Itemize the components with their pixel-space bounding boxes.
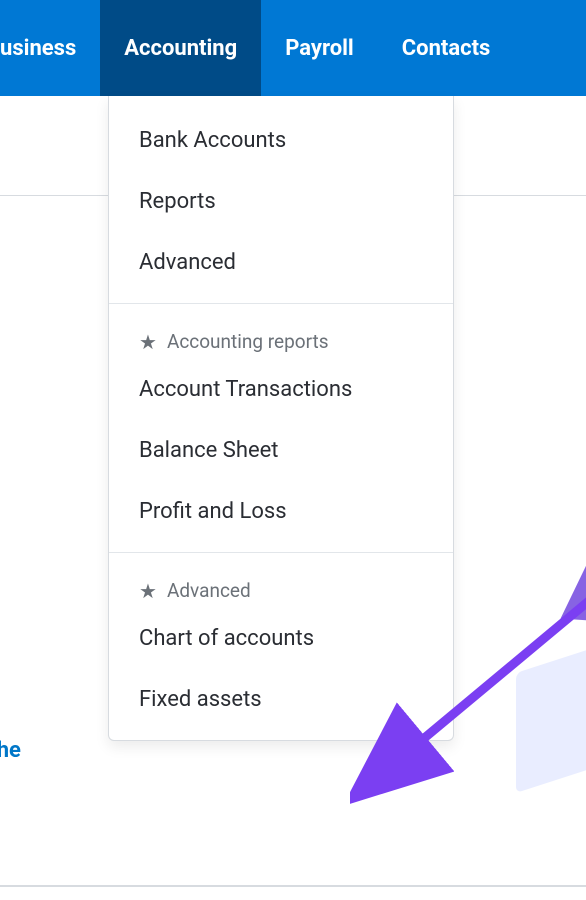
dropdown-section-advanced: ★ Advanced Chart of accounts Fixed asset…	[109, 552, 453, 740]
dropdown-heading-label: Advanced	[167, 579, 251, 602]
nav-item-label: Accounting	[124, 36, 237, 61]
menu-item-profit-and-loss[interactable]: Profit and Loss	[109, 481, 453, 542]
dropdown-heading-accounting-reports: ★ Accounting reports	[109, 310, 453, 359]
menu-item-fixed-assets[interactable]: Fixed assets	[109, 669, 453, 730]
illustration	[506, 520, 586, 820]
dropdown-heading-label: Accounting reports	[167, 330, 329, 353]
nav-item-business[interactable]: usiness	[0, 0, 100, 96]
menu-item-label: Advanced	[139, 250, 236, 275]
menu-item-label: Chart of accounts	[139, 626, 314, 651]
dropdown-section-main: Bank Accounts Reports Advanced	[109, 96, 453, 303]
nav-item-label: Contacts	[402, 36, 491, 61]
dropdown-section-reports: ★ Accounting reports Account Transaction…	[109, 303, 453, 552]
menu-item-label: Fixed assets	[139, 687, 262, 712]
menu-item-balance-sheet[interactable]: Balance Sheet	[109, 420, 453, 481]
menu-item-bank-accounts[interactable]: Bank Accounts	[109, 110, 453, 171]
page-link-fragment[interactable]: ew of the	[0, 738, 21, 763]
top-nav: usiness Accounting Payroll Contacts	[0, 0, 586, 96]
divider-bottom	[0, 885, 586, 887]
menu-item-label: Balance Sheet	[139, 438, 279, 463]
menu-item-advanced[interactable]: Advanced	[109, 232, 453, 293]
star-icon: ★	[139, 332, 157, 352]
star-icon: ★	[139, 581, 157, 601]
nav-item-accounting[interactable]: Accounting	[100, 0, 261, 96]
nav-item-contacts[interactable]: Contacts	[378, 0, 515, 96]
menu-item-label: Profit and Loss	[139, 499, 287, 524]
menu-item-reports[interactable]: Reports	[109, 171, 453, 232]
menu-item-label: Reports	[139, 189, 216, 214]
dropdown-heading-advanced: ★ Advanced	[109, 559, 453, 608]
nav-item-label: usiness	[0, 36, 76, 61]
menu-item-account-transactions[interactable]: Account Transactions	[109, 359, 453, 420]
menu-item-label: Bank Accounts	[139, 128, 286, 153]
nav-item-payroll[interactable]: Payroll	[261, 0, 378, 96]
menu-item-label: Account Transactions	[139, 377, 352, 402]
menu-item-chart-of-accounts[interactable]: Chart of accounts	[109, 608, 453, 669]
nav-item-label: Payroll	[285, 36, 354, 61]
accounting-dropdown: Bank Accounts Reports Advanced ★ Account…	[108, 96, 454, 741]
